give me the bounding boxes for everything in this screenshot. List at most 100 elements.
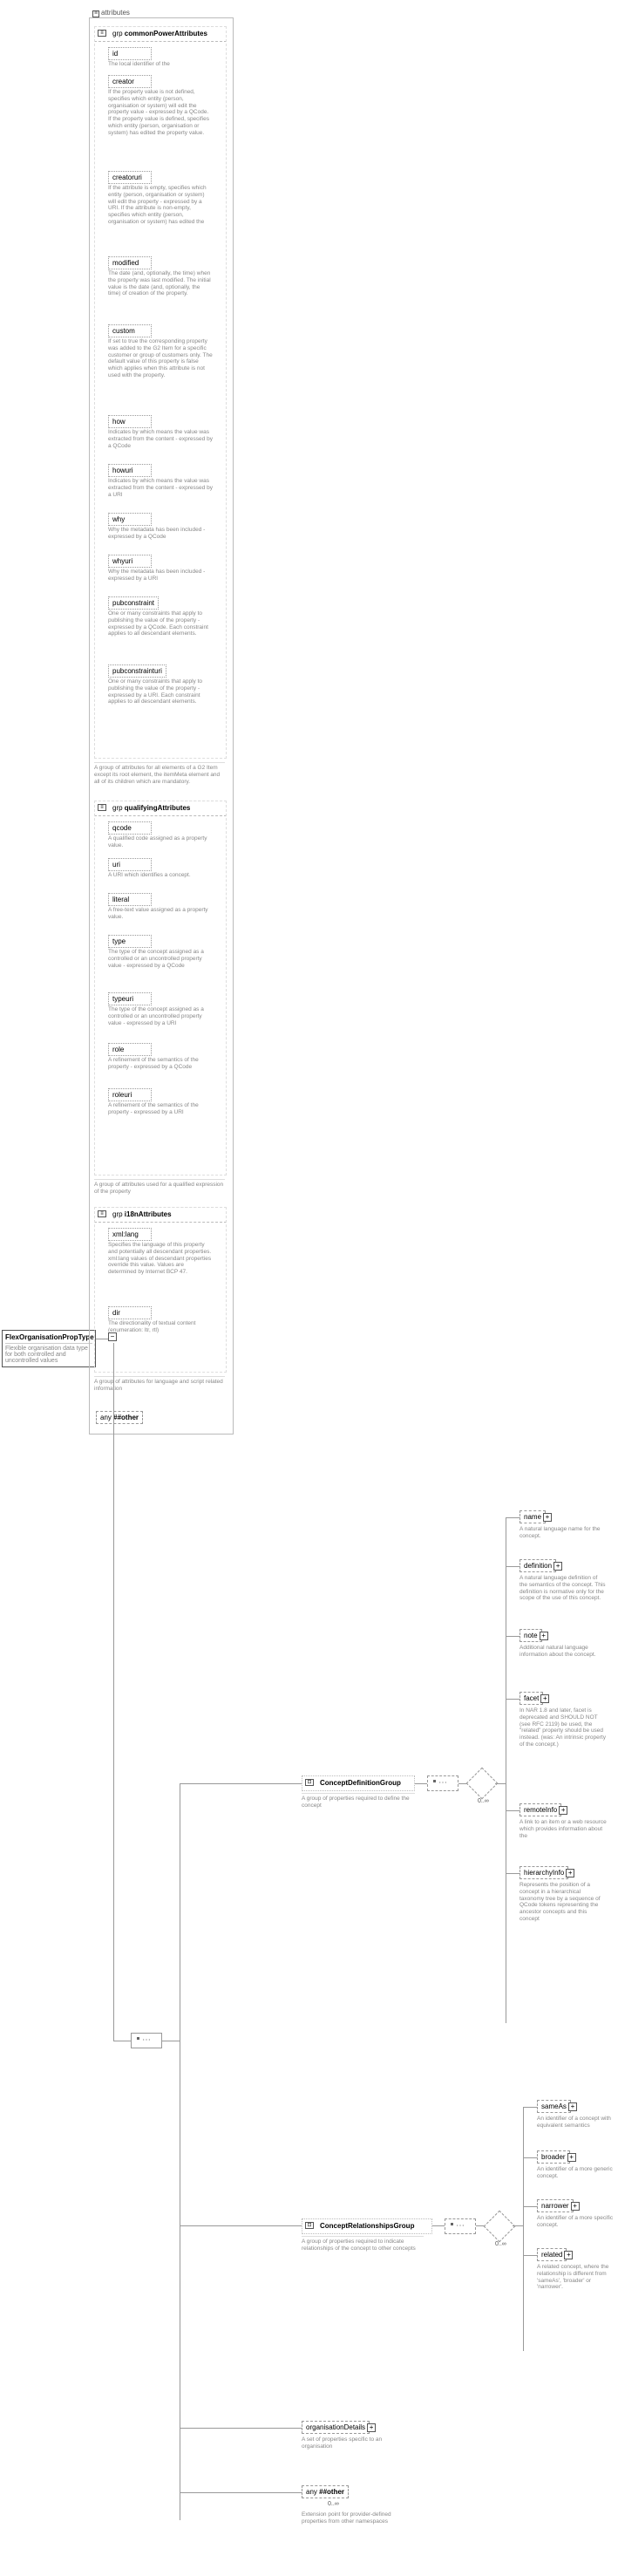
attr-id-name: id [112,50,118,58]
crg-desc: A group of properties required to indica… [302,2236,424,2252]
attr-how-desc: Indicates by which means the value was e… [108,429,213,449]
el-orgdetails: organisationDetails+ [302,2421,370,2434]
attr-modified-desc: The date (and, optionally, the time) whe… [108,270,213,297]
el-narrower-desc: An identifier of a more specific concept… [537,2215,615,2229]
expand-icon[interactable]: + [567,2153,576,2162]
attr-type-name: type [112,937,126,945]
attributes-label: attributes [101,9,130,17]
attr-id: id [108,47,152,60]
expand-icon[interactable]: + [571,2202,580,2211]
multiplicity: 0..∞ [328,2501,339,2507]
grp-qa-desc: A group of attributes used for a qualifi… [94,1179,225,1196]
multiplicity: 0..∞ [495,2241,506,2247]
expand-icon[interactable]: + [553,1562,562,1571]
root-type-box: FlexOrganisationPropType Flexible organi… [2,1330,96,1367]
attr-pubconstraint-name: pubconstraint [112,599,154,607]
el-anyother-label: ##other [319,2488,344,2496]
el-narrower: narrower+ [537,2199,574,2212]
attr-type: type [108,935,152,948]
el-sameas: sameAs+ [537,2100,571,2113]
attributes-header: ≡attributes [92,9,130,17]
qa-container [94,801,227,1176]
connector [180,2225,302,2226]
any-label: any [306,2488,317,2496]
el-narrower-label: narrower [541,2202,569,2210]
el-related-desc: A related concept, where the relationshi… [537,2264,615,2291]
connector [523,2206,537,2207]
el-note: note+ [520,1629,542,1642]
attr-creator-desc: If the property value is not defined, sp… [108,89,213,137]
attr-literal-name: literal [112,896,129,903]
connector [113,1343,114,2041]
el-name: name+ [520,1510,546,1523]
any-attr: any ##other [96,1411,143,1424]
attr-pubconstraint-desc: One or many constraints that apply to pu… [108,610,213,637]
attr-pubconstraint: pubconstraint [108,596,159,610]
expand-icon[interactable]: + [564,2251,573,2259]
el-remoteinfo-label: remoteInfo [524,1806,557,1814]
attr-creatoruri-desc: If the attribute is empty, specifies whi… [108,185,213,226]
expand-icon[interactable]: + [540,1632,548,1640]
attr-howuri: howuri [108,464,152,477]
expand-icon[interactable]: + [568,2102,577,2111]
cdg-title: ConceptDefinitionGroup [320,1779,401,1787]
attr-roleuri-name: roleuri [112,1091,132,1099]
el-sameas-desc: An identifier of a concept with equivale… [537,2116,615,2130]
root-desc: Flexible organisation data type for both… [5,1343,92,1364]
el-name-desc: A natural language name for the concept. [520,1526,607,1540]
el-orgdetails-label: organisationDetails [306,2423,365,2431]
expand-icon[interactable]: + [566,1869,574,1877]
connector [513,2225,523,2226]
attr-modified-name: modified [112,259,139,267]
connector [415,1783,427,1784]
el-related-label: related [541,2251,562,2259]
el-broader-desc: An identifier of a more generic concept. [537,2166,615,2180]
el-note-label: note [524,1632,538,1639]
attr-pubconstrainturi-name: pubconstrainturi [112,667,162,675]
expand-icon[interactable]: + [559,1806,567,1815]
multiplicity: 0..∞ [478,1798,489,1804]
attr-typeuri-name: typeuri [112,995,133,1003]
expand-icon[interactable]: + [540,1694,549,1703]
attr-creatoruri-name: creatoruri [112,174,142,181]
attr-uri-name: uri [112,861,120,869]
attr-xmllang-desc: Specifies the language of this property … [108,1242,213,1276]
attr-modified: modified [108,256,152,269]
connector [180,2428,302,2429]
attr-howuri-desc: Indicates by which means the value was e… [108,478,213,498]
attr-roleuri: roleuri [108,1088,152,1101]
el-definition: definition+ [520,1559,556,1572]
connector [506,1873,520,1874]
grp-cpa-desc: A group of attributes for all elements o… [94,762,225,785]
connector [180,2492,302,2493]
choice-compositor [484,2211,516,2243]
attr-uri: uri [108,858,152,871]
expand-icon[interactable]: + [367,2423,376,2432]
attr-xmllang-name: xml:lang [112,1230,139,1238]
el-name-label: name [524,1513,541,1521]
connector [495,1783,506,1784]
root-title: FlexOrganisationPropType [5,1333,92,1341]
any-attr-value: ##other [113,1414,139,1421]
el-facet-label: facet [524,1694,539,1702]
connector [523,2107,537,2108]
grp-cdg: ⊡ConceptDefinitionGroup [302,1775,415,1791]
attr-how-name: how [112,418,126,426]
el-facet: facet+ [520,1692,543,1705]
attr-whyuri-name: whyuri [112,557,132,565]
attr-whyuri-desc: Why the metadata has been included - exp… [108,569,213,583]
attr-pubconstrainturi-desc: One or many constraints that apply to pu… [108,678,213,705]
expand-icon[interactable]: + [543,1513,552,1522]
connector [523,2255,537,2256]
attr-type-desc: The type of the concept assigned as a co… [108,949,213,969]
attr-custom-desc: If set to true the corresponding propert… [108,338,213,379]
attr-dir-name: dir [112,1309,120,1317]
sequence-compositor [131,2033,162,2048]
el-hierarchyinfo: hierarchyInfo+ [520,1866,568,1879]
el-related: related+ [537,2248,567,2261]
attr-uri-desc: A URI which identifies a concept. [108,872,213,879]
attr-why: why [108,513,152,526]
attr-qcode-desc: A qualified code assigned as a property … [108,835,213,849]
connector [506,1566,520,1567]
el-remoteinfo-desc: A link to an item or a web resource whic… [520,1819,607,1839]
